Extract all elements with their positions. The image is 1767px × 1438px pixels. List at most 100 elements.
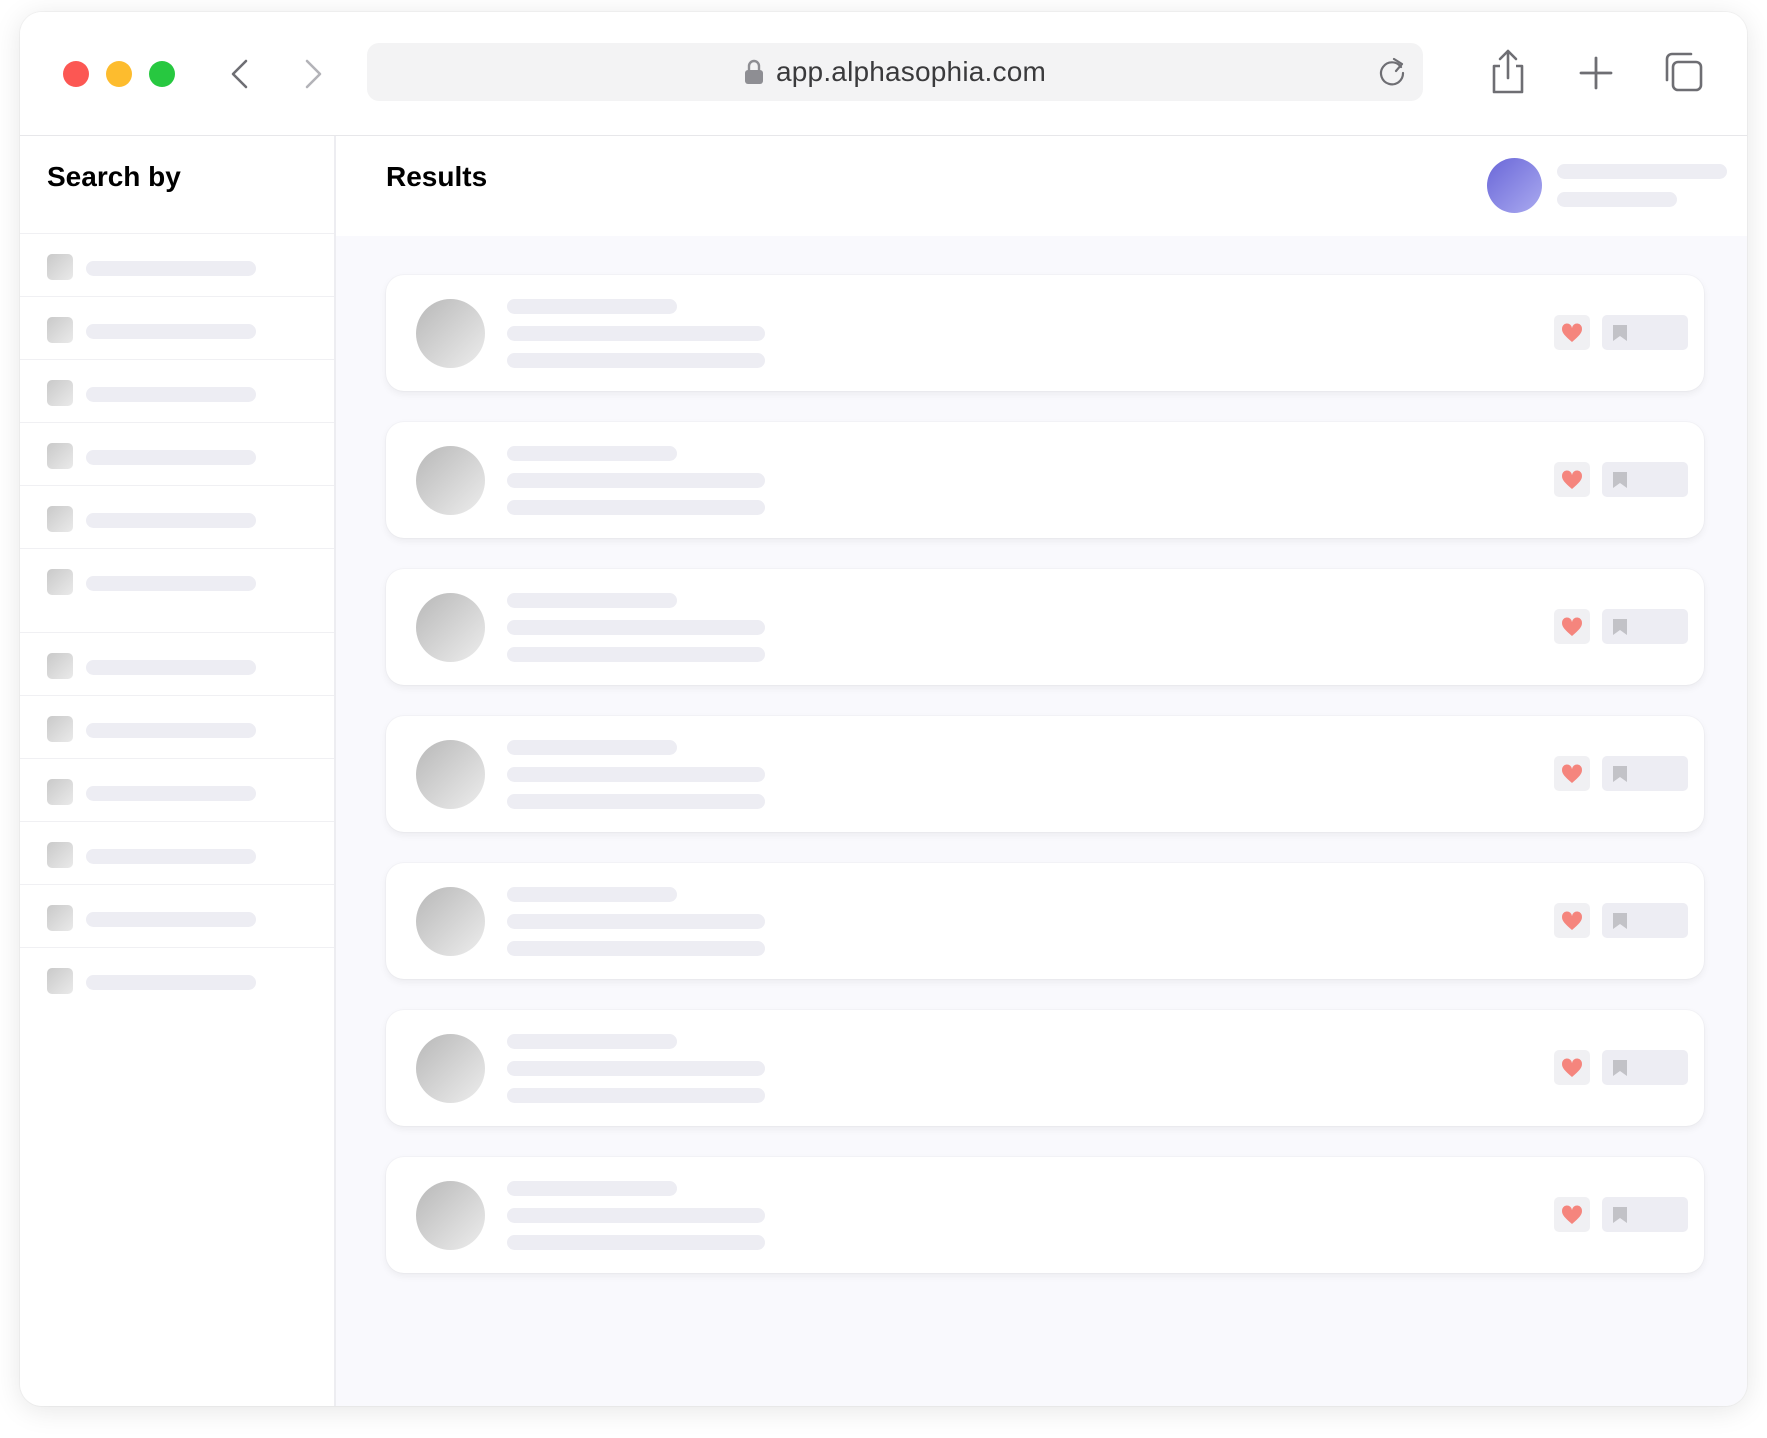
bookmark-button[interactable] xyxy=(1602,315,1688,350)
result-avatar xyxy=(416,887,485,956)
filter-item[interactable] xyxy=(47,254,307,281)
plus-icon[interactable] xyxy=(1574,48,1618,96)
result-card[interactable] xyxy=(386,1157,1704,1273)
tabs-icon[interactable] xyxy=(1661,48,1705,96)
filter-item[interactable] xyxy=(47,317,307,344)
filter-item[interactable] xyxy=(47,569,307,596)
filter-item[interactable] xyxy=(47,653,307,680)
zoom-window-button[interactable] xyxy=(149,61,175,87)
result-name-placeholder xyxy=(507,446,677,461)
divider xyxy=(20,296,334,297)
filter-checkbox[interactable] xyxy=(47,968,73,994)
bookmark-button[interactable] xyxy=(1602,1197,1688,1232)
result-card[interactable] xyxy=(386,275,1704,391)
reload-icon[interactable] xyxy=(1375,55,1409,89)
filter-item[interactable] xyxy=(47,716,307,743)
result-detail-placeholder xyxy=(507,1208,765,1223)
user-avatar[interactable] xyxy=(1487,158,1542,213)
chevron-right-icon[interactable] xyxy=(295,57,329,91)
result-detail-placeholder xyxy=(507,473,765,488)
result-detail-placeholder xyxy=(507,647,765,662)
filter-label-placeholder xyxy=(86,723,256,738)
result-avatar xyxy=(416,1034,485,1103)
result-detail-placeholder xyxy=(507,794,765,809)
divider xyxy=(20,947,334,948)
results-header: Results xyxy=(336,136,1747,236)
filter-label-placeholder xyxy=(86,513,256,528)
filter-label-placeholder xyxy=(86,387,256,402)
result-detail-placeholder xyxy=(507,500,765,515)
browser-window: app.alphasophia.com Search by Results xyxy=(20,12,1747,1406)
filter-checkbox[interactable] xyxy=(47,716,73,742)
divider xyxy=(20,422,334,423)
bookmark-button[interactable] xyxy=(1602,903,1688,938)
bookmark-button[interactable] xyxy=(1602,756,1688,791)
filter-checkbox[interactable] xyxy=(47,380,73,406)
bookmark-button[interactable] xyxy=(1602,462,1688,497)
heart-icon xyxy=(1561,322,1583,342)
like-button[interactable] xyxy=(1554,462,1590,497)
divider xyxy=(20,548,334,549)
filter-checkbox[interactable] xyxy=(47,254,73,280)
result-name-placeholder xyxy=(507,299,677,314)
filter-checkbox[interactable] xyxy=(47,905,73,931)
filter-checkbox[interactable] xyxy=(47,443,73,469)
filter-checkbox[interactable] xyxy=(47,317,73,343)
result-card[interactable] xyxy=(386,1010,1704,1126)
filter-checkbox[interactable] xyxy=(47,779,73,805)
filter-label-placeholder xyxy=(86,576,256,591)
share-icon[interactable] xyxy=(1486,48,1530,96)
divider xyxy=(20,758,334,759)
browser-toolbar: app.alphasophia.com xyxy=(20,12,1747,136)
like-button[interactable] xyxy=(1554,756,1590,791)
filter-item[interactable] xyxy=(47,968,307,995)
result-detail-placeholder xyxy=(507,1235,765,1250)
heart-icon xyxy=(1561,1204,1583,1224)
bookmark-icon xyxy=(1613,913,1627,929)
result-detail-placeholder xyxy=(507,620,765,635)
filter-label-placeholder xyxy=(86,849,256,864)
minimize-window-button[interactable] xyxy=(106,61,132,87)
result-card[interactable] xyxy=(386,422,1704,538)
result-detail-placeholder xyxy=(507,1088,765,1103)
result-name-placeholder xyxy=(507,1034,677,1049)
result-card[interactable] xyxy=(386,569,1704,685)
like-button[interactable] xyxy=(1554,903,1590,938)
divider xyxy=(20,884,334,885)
filter-item[interactable] xyxy=(47,443,307,470)
filter-checkbox[interactable] xyxy=(47,653,73,679)
divider xyxy=(20,632,334,633)
filter-item[interactable] xyxy=(47,380,307,407)
result-detail-placeholder xyxy=(507,941,765,956)
result-avatar xyxy=(416,740,485,809)
filter-checkbox[interactable] xyxy=(47,842,73,868)
filter-item[interactable] xyxy=(47,506,307,533)
bookmark-icon xyxy=(1613,766,1627,782)
filter-item[interactable] xyxy=(47,779,307,806)
filter-label-placeholder xyxy=(86,660,256,675)
heart-icon xyxy=(1561,616,1583,636)
filter-checkbox[interactable] xyxy=(47,506,73,532)
result-name-placeholder xyxy=(507,1181,677,1196)
user-name-placeholder xyxy=(1557,164,1727,179)
filter-checkbox[interactable] xyxy=(47,569,73,595)
filter-item[interactable] xyxy=(47,842,307,869)
like-button[interactable] xyxy=(1554,315,1590,350)
filter-label-placeholder xyxy=(86,261,256,276)
like-button[interactable] xyxy=(1554,609,1590,644)
filter-item[interactable] xyxy=(47,905,307,932)
chevron-left-icon[interactable] xyxy=(224,57,258,91)
filter-sidebar: Search by xyxy=(20,136,336,1406)
address-bar[interactable]: app.alphasophia.com xyxy=(367,43,1423,101)
result-card[interactable] xyxy=(386,863,1704,979)
divider xyxy=(20,821,334,822)
bookmark-button[interactable] xyxy=(1602,1050,1688,1085)
result-card[interactable] xyxy=(386,716,1704,832)
bookmark-icon xyxy=(1613,1207,1627,1223)
user-role-placeholder xyxy=(1557,192,1677,207)
divider xyxy=(20,695,334,696)
like-button[interactable] xyxy=(1554,1050,1590,1085)
close-window-button[interactable] xyxy=(63,61,89,87)
bookmark-button[interactable] xyxy=(1602,609,1688,644)
like-button[interactable] xyxy=(1554,1197,1590,1232)
